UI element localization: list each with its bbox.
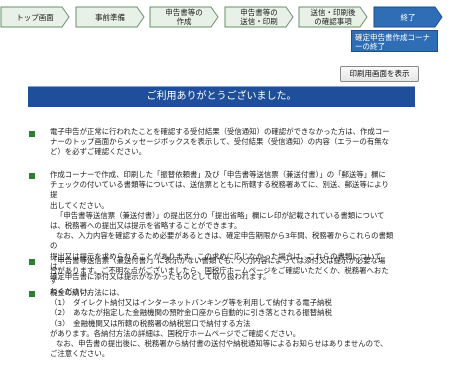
step-label: 終了 <box>400 12 416 22</box>
step-prep: 事前準備 <box>75 6 145 28</box>
step-finish: 終了 <box>373 6 443 28</box>
step-create: 申告書等の 作成 <box>149 6 219 28</box>
step-label: 事前準備 <box>95 12 125 22</box>
finish-corner-note: 確定申告書作成コーナーの終了 <box>351 30 438 52</box>
bullet-icon <box>29 173 35 179</box>
step-label: 申告書等の 送信・印刷 <box>240 8 278 26</box>
paragraph-receipt-check: 電子申告が正常に行われたことを確認する受付結果（受信通知）の確認ができなかった方… <box>50 127 390 157</box>
progress-steps: トップ画面 事前準備 申告書等の 作成 申告書等の 送信・印刷 送信・印刷後 の… <box>0 0 450 32</box>
paragraph-payment-methods: 税金の納付方法には、 （1） ダイレクト納付又はインターネットバンキング等を利用… <box>50 288 388 359</box>
thank-you-banner: ご利用ありがとうございました。 <box>28 86 415 107</box>
step-send-print: 申告書等の 送信・印刷 <box>224 6 294 28</box>
bullet-icon <box>29 291 35 297</box>
step-top: トップ画面 <box>0 6 70 28</box>
step-after-check: 送信・印刷後 の確認事項 <box>298 6 368 28</box>
bullet-icon <box>29 259 35 265</box>
print-view-button[interactable]: 印刷用画面を表示 <box>340 66 419 82</box>
step-label: 申告書等の 作成 <box>165 8 203 26</box>
step-label: トップ画面 <box>16 12 54 22</box>
step-label: 送信・印刷後 の確認事項 <box>310 8 356 26</box>
bullet-icon <box>29 131 35 137</box>
